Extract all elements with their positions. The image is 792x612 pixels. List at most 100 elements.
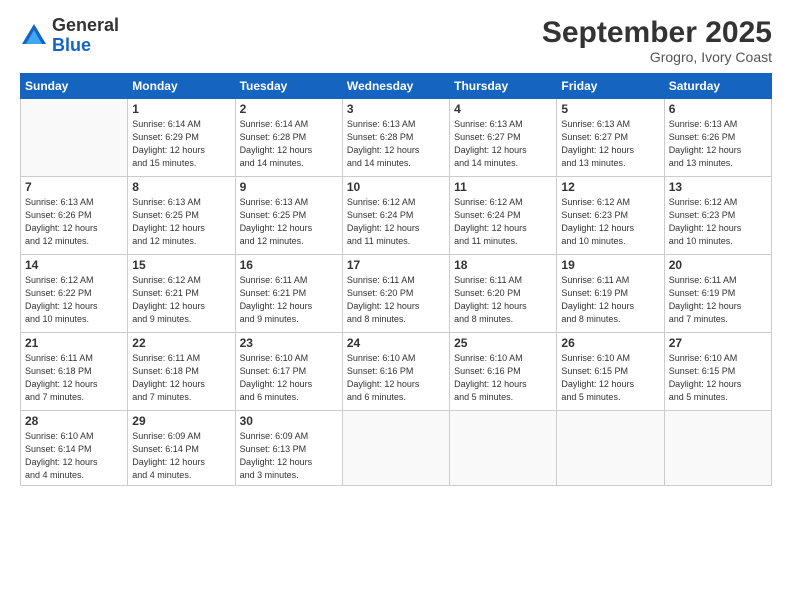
day-cell: 12 Sunrise: 6:12 AMSunset: 6:23 PMDayligh… <box>557 177 664 255</box>
day-number: 24 <box>347 336 445 350</box>
day-cell: 30 Sunrise: 6:09 AMSunset: 6:13 PMDayligh… <box>235 411 342 486</box>
day-number: 8 <box>132 180 230 194</box>
day-cell <box>21 99 128 177</box>
day-cell: 4 Sunrise: 6:13 AMSunset: 6:27 PMDaylight… <box>450 99 557 177</box>
day-number: 16 <box>240 258 338 272</box>
weekday-header-tuesday: Tuesday <box>235 74 342 99</box>
day-info: Sunrise: 6:11 AMSunset: 6:19 PMDaylight:… <box>669 274 767 326</box>
day-number: 13 <box>669 180 767 194</box>
day-number: 3 <box>347 102 445 116</box>
day-info: Sunrise: 6:13 AMSunset: 6:26 PMDaylight:… <box>25 196 123 248</box>
day-cell: 3 Sunrise: 6:13 AMSunset: 6:28 PMDaylight… <box>342 99 449 177</box>
day-number: 5 <box>561 102 659 116</box>
day-number: 11 <box>454 180 552 194</box>
day-info: Sunrise: 6:11 AMSunset: 6:18 PMDaylight:… <box>25 352 123 404</box>
day-cell: 20 Sunrise: 6:11 AMSunset: 6:19 PMDayligh… <box>664 255 771 333</box>
day-cell: 8Sunrise: 6:13 AMSunset: 6:25 PMDaylight… <box>128 177 235 255</box>
day-info: Sunrise: 6:12 AMSunset: 6:24 PMDaylight:… <box>454 196 552 248</box>
day-info: Sunrise: 6:13 AMSunset: 6:25 PMDaylight:… <box>240 196 338 248</box>
day-number: 4 <box>454 102 552 116</box>
day-number: 29 <box>132 414 230 428</box>
day-info: Sunrise: 6:13 AMSunset: 6:28 PMDaylight:… <box>347 118 445 170</box>
weekday-header-wednesday: Wednesday <box>342 74 449 99</box>
location: Grogro, Ivory Coast <box>542 49 772 65</box>
day-info: Sunrise: 6:12 AMSunset: 6:24 PMDaylight:… <box>347 196 445 248</box>
weekday-header-friday: Friday <box>557 74 664 99</box>
day-cell: 18Sunrise: 6:11 AMSunset: 6:20 PMDayligh… <box>450 255 557 333</box>
logo-general-text: General <box>52 15 119 35</box>
day-number: 15 <box>132 258 230 272</box>
calendar: SundayMondayTuesdayWednesdayThursdayFrid… <box>20 73 772 486</box>
day-number: 30 <box>240 414 338 428</box>
day-info: Sunrise: 6:11 AMSunset: 6:18 PMDaylight:… <box>132 352 230 404</box>
day-info: Sunrise: 6:12 AMSunset: 6:21 PMDaylight:… <box>132 274 230 326</box>
day-info: Sunrise: 6:10 AMSunset: 6:14 PMDaylight:… <box>25 430 123 482</box>
header: General Blue September 2025 Grogro, Ivor… <box>20 16 772 65</box>
day-cell: 19Sunrise: 6:11 AMSunset: 6:19 PMDayligh… <box>557 255 664 333</box>
week-row-3: 14 Sunrise: 6:12 AMSunset: 6:22 PMDayligh… <box>21 255 772 333</box>
weekday-header-thursday: Thursday <box>450 74 557 99</box>
day-cell: 14 Sunrise: 6:12 AMSunset: 6:22 PMDayligh… <box>21 255 128 333</box>
day-info: Sunrise: 6:10 AMSunset: 6:17 PMDaylight:… <box>240 352 338 404</box>
title-block: September 2025 Grogro, Ivory Coast <box>542 16 772 65</box>
day-info: Sunrise: 6:12 AMSunset: 6:23 PMDaylight:… <box>669 196 767 248</box>
day-cell <box>557 411 664 486</box>
day-cell: 1Sunrise: 6:14 AMSunset: 6:29 PMDaylight… <box>128 99 235 177</box>
day-cell: 25Sunrise: 6:10 AMSunset: 6:16 PMDayligh… <box>450 333 557 411</box>
day-number: 23 <box>240 336 338 350</box>
week-row-5: 28 Sunrise: 6:10 AMSunset: 6:14 PMDayligh… <box>21 411 772 486</box>
day-number: 28 <box>25 414 123 428</box>
day-cell: 24 Sunrise: 6:10 AMSunset: 6:16 PMDayligh… <box>342 333 449 411</box>
day-number: 22 <box>132 336 230 350</box>
day-number: 19 <box>561 258 659 272</box>
day-number: 7 <box>25 180 123 194</box>
day-cell: 21Sunrise: 6:11 AMSunset: 6:18 PMDayligh… <box>21 333 128 411</box>
logo-text: General Blue <box>52 16 119 56</box>
day-info: Sunrise: 6:11 AMSunset: 6:21 PMDaylight:… <box>240 274 338 326</box>
day-number: 26 <box>561 336 659 350</box>
day-number: 14 <box>25 258 123 272</box>
page: General Blue September 2025 Grogro, Ivor… <box>0 0 792 612</box>
day-cell: 7 Sunrise: 6:13 AMSunset: 6:26 PMDaylight… <box>21 177 128 255</box>
logo: General Blue <box>20 16 119 56</box>
day-info: Sunrise: 6:14 AMSunset: 6:29 PMDaylight:… <box>132 118 230 170</box>
day-cell: 23 Sunrise: 6:10 AMSunset: 6:17 PMDayligh… <box>235 333 342 411</box>
day-cell: 28 Sunrise: 6:10 AMSunset: 6:14 PMDayligh… <box>21 411 128 486</box>
day-number: 2 <box>240 102 338 116</box>
day-info: Sunrise: 6:10 AMSunset: 6:16 PMDaylight:… <box>347 352 445 404</box>
week-row-1: 1Sunrise: 6:14 AMSunset: 6:29 PMDaylight… <box>21 99 772 177</box>
day-info: Sunrise: 6:12 AMSunset: 6:22 PMDaylight:… <box>25 274 123 326</box>
day-cell: 16 Sunrise: 6:11 AMSunset: 6:21 PMDayligh… <box>235 255 342 333</box>
day-cell: 22 Sunrise: 6:11 AMSunset: 6:18 PMDayligh… <box>128 333 235 411</box>
day-cell: 17Sunrise: 6:11 AMSunset: 6:20 PMDayligh… <box>342 255 449 333</box>
day-info: Sunrise: 6:09 AMSunset: 6:13 PMDaylight:… <box>240 430 338 482</box>
logo-icon <box>20 22 48 50</box>
day-cell: 9 Sunrise: 6:13 AMSunset: 6:25 PMDaylight… <box>235 177 342 255</box>
day-number: 12 <box>561 180 659 194</box>
day-cell: 15 Sunrise: 6:12 AMSunset: 6:21 PMDayligh… <box>128 255 235 333</box>
day-info: Sunrise: 6:13 AMSunset: 6:27 PMDaylight:… <box>454 118 552 170</box>
day-info: Sunrise: 6:13 AMSunset: 6:27 PMDaylight:… <box>561 118 659 170</box>
day-number: 18 <box>454 258 552 272</box>
day-cell: 26 Sunrise: 6:10 AMSunset: 6:15 PMDayligh… <box>557 333 664 411</box>
day-cell: 27Sunrise: 6:10 AMSunset: 6:15 PMDayligh… <box>664 333 771 411</box>
day-info: Sunrise: 6:10 AMSunset: 6:15 PMDaylight:… <box>561 352 659 404</box>
logo-blue-text: Blue <box>52 35 91 55</box>
month-title: September 2025 <box>542 16 772 49</box>
day-cell <box>664 411 771 486</box>
day-number: 27 <box>669 336 767 350</box>
day-number: 9 <box>240 180 338 194</box>
day-info: Sunrise: 6:14 AMSunset: 6:28 PMDaylight:… <box>240 118 338 170</box>
day-number: 20 <box>669 258 767 272</box>
day-info: Sunrise: 6:11 AMSunset: 6:20 PMDaylight:… <box>347 274 445 326</box>
week-row-2: 7 Sunrise: 6:13 AMSunset: 6:26 PMDaylight… <box>21 177 772 255</box>
day-cell <box>342 411 449 486</box>
weekday-header-saturday: Saturday <box>664 74 771 99</box>
weekday-header-sunday: Sunday <box>21 74 128 99</box>
day-number: 10 <box>347 180 445 194</box>
day-info: Sunrise: 6:12 AMSunset: 6:23 PMDaylight:… <box>561 196 659 248</box>
day-cell: 6Sunrise: 6:13 AMSunset: 6:26 PMDaylight… <box>664 99 771 177</box>
weekday-header-monday: Monday <box>128 74 235 99</box>
day-cell: 10 Sunrise: 6:12 AMSunset: 6:24 PMDayligh… <box>342 177 449 255</box>
day-info: Sunrise: 6:10 AMSunset: 6:16 PMDaylight:… <box>454 352 552 404</box>
